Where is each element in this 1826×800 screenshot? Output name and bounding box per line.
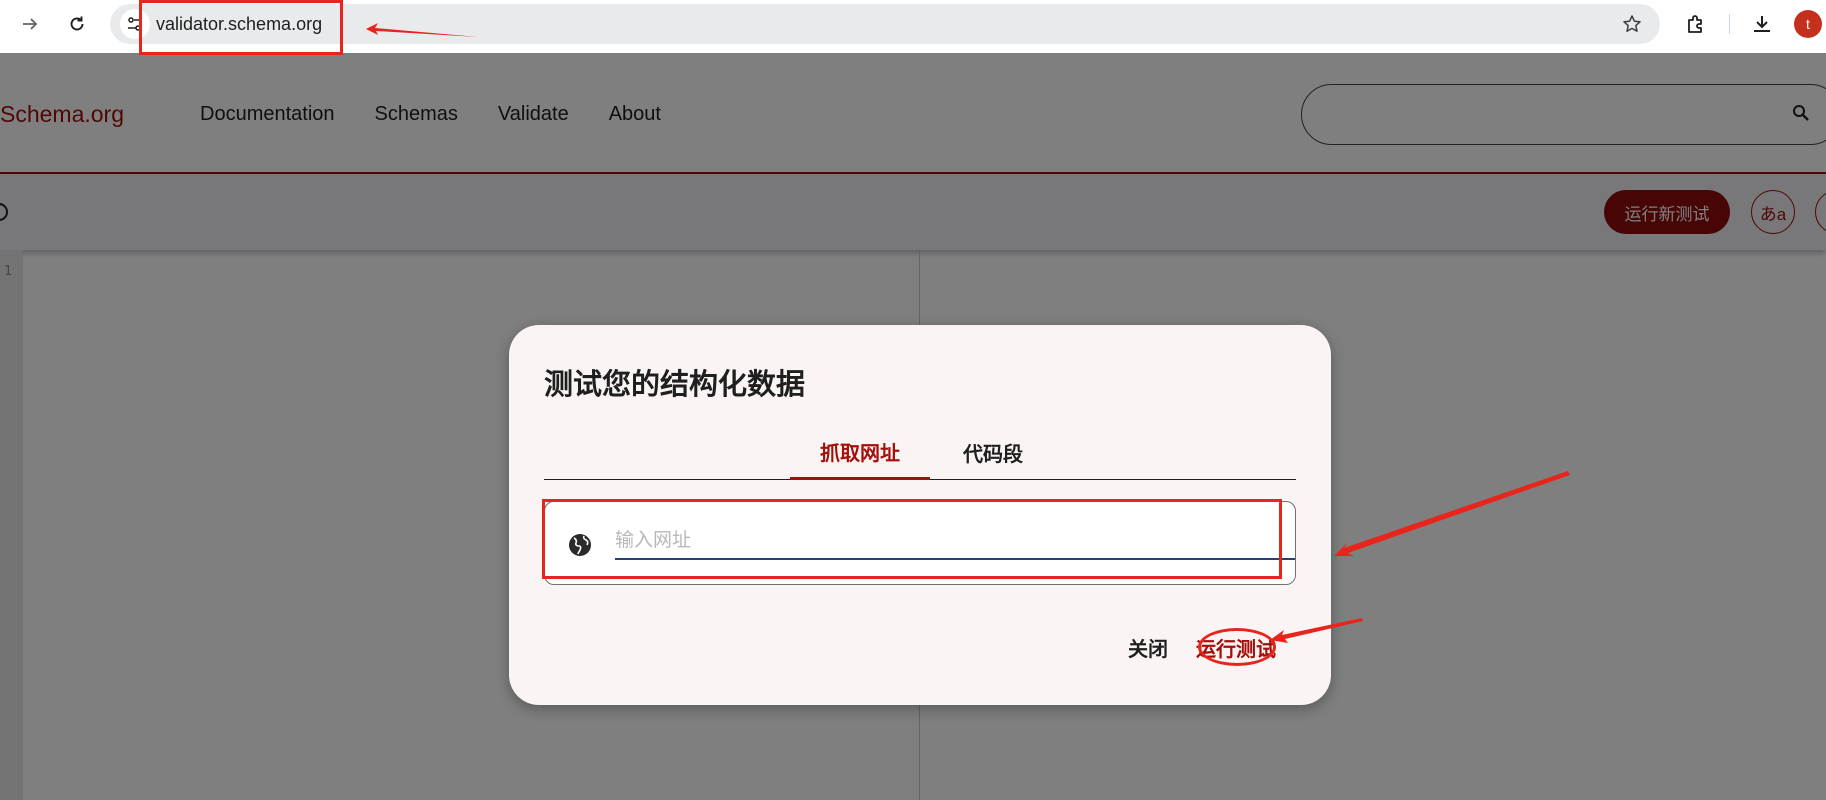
browser-toolbar: validator.schema.org t	[0, 0, 1826, 53]
tune-icon	[128, 17, 142, 31]
address-url[interactable]: validator.schema.org	[156, 4, 322, 44]
extensions-button[interactable]	[1680, 8, 1712, 40]
arrow-right-icon	[23, 18, 38, 30]
puzzle-icon	[1688, 15, 1702, 33]
reload-icon	[70, 16, 84, 31]
test-structured-data-dialog: 测试您的结构化数据 抓取网址 代码段 关闭 运行测试	[509, 325, 1331, 705]
url-field-box	[544, 501, 1296, 585]
forward-button[interactable]	[14, 8, 46, 40]
url-input[interactable]	[615, 524, 1295, 560]
close-button[interactable]: 关闭	[1128, 633, 1168, 662]
profile-avatar[interactable]: t	[1794, 10, 1822, 38]
star-icon	[1623, 15, 1641, 32]
toolbar-separator	[1729, 14, 1730, 34]
reload-button[interactable]	[61, 8, 93, 40]
bookmark-button[interactable]	[1616, 8, 1648, 40]
downloads-button[interactable]	[1746, 8, 1778, 40]
site-info-button[interactable]	[120, 9, 150, 39]
run-test-button[interactable]: 运行测试	[1196, 633, 1276, 662]
dialog-actions: 关闭 运行测试	[1128, 633, 1276, 662]
dialog-tabs: 抓取网址 代码段	[544, 425, 1296, 480]
dialog-title: 测试您的结构化数据	[544, 369, 806, 401]
address-bar[interactable]: validator.schema.org	[110, 4, 1660, 44]
tab-code-snippet[interactable]: 代码段	[930, 425, 1056, 480]
tab-fetch-url[interactable]: 抓取网址	[790, 425, 930, 480]
globe-icon	[569, 534, 591, 556]
download-icon	[1754, 16, 1770, 32]
